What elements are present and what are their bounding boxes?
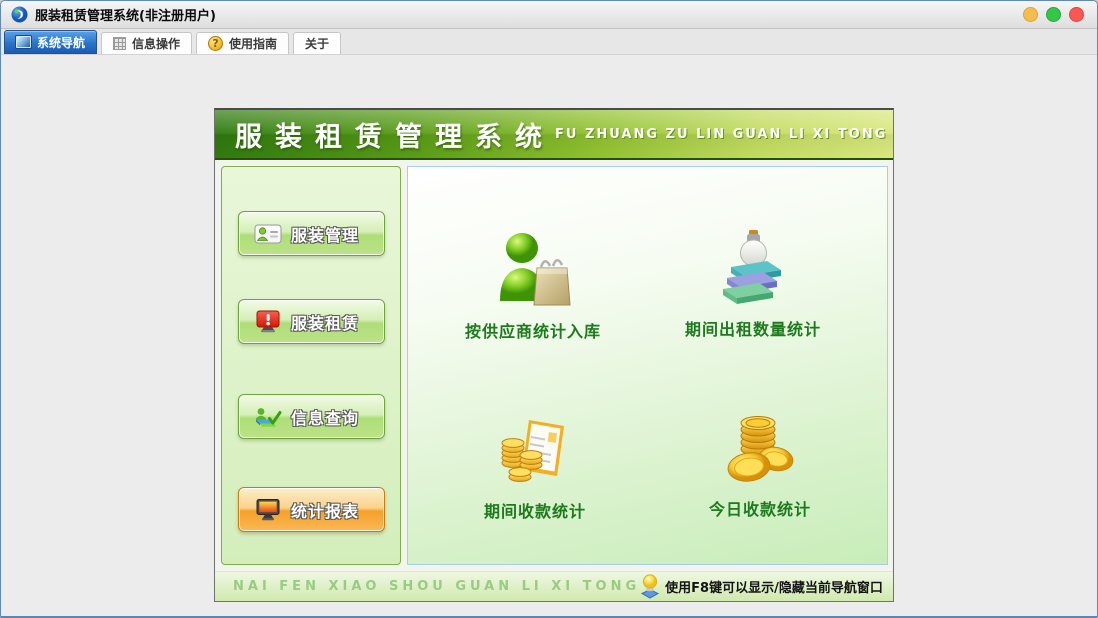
shortcut-period-payment-statistics[interactable]: 期间收款统计 (430, 407, 640, 522)
supplier-bag-icon (491, 227, 575, 311)
sidebar-button-statistics-report[interactable]: 统计报表 (238, 487, 385, 532)
sidebar-button-label: 统计报表 (291, 501, 360, 521)
main-panel: 服装租赁管理系统 FU ZHUANG ZU LIN GUAN LI XI TON… (214, 108, 894, 602)
sidebar-button-clothing-management[interactable]: 服装管理 (238, 211, 385, 256)
coins-document-icon (493, 407, 577, 491)
minimize-button[interactable] (1023, 7, 1038, 22)
footer-watermark: NAI FEN XIAO SHOU GUAN LI XI TONG (233, 579, 641, 594)
sidebar-button-label: 服装管理 (291, 225, 360, 245)
shortcut-label: 期间收款统计 (483, 502, 586, 521)
sidebar-button-label: 服装租赁 (291, 313, 360, 333)
maximize-button[interactable] (1046, 7, 1061, 22)
tab-usage-guide[interactable]: ? 使用指南 (196, 32, 290, 54)
shortcut-label: 今日收款统计 (708, 500, 811, 519)
content-area: 服装租赁管理系统 FU ZHUANG ZU LIN GUAN LI XI TON… (1, 55, 1097, 616)
member-card-icon (254, 224, 282, 243)
books-check-icon (256, 407, 282, 427)
tab-label: 系统导航 (37, 35, 86, 50)
window-title: 服装租赁管理系统(非注册用户) (35, 9, 216, 24)
sidebar-button-information-query[interactable]: 信息查询 (238, 394, 385, 439)
panel-title: 服装租赁管理系统 (235, 121, 555, 153)
tab-system-navigation[interactable]: 系统导航 (4, 30, 98, 54)
gold-coins-icon (718, 405, 802, 489)
close-button[interactable] (1069, 7, 1084, 22)
shortcut-area: 按供应商统计入库 期间出租数量统计 期间收款统计 今日收款统计 (407, 166, 888, 565)
tab-label: 信息操作 (132, 37, 181, 51)
grid-icon (113, 37, 127, 50)
f8-hint-text: 使用F8键可以显示/隐藏当前导航窗口 (665, 581, 883, 596)
books-bulb-icon (711, 225, 795, 309)
tab-about[interactable]: 关于 (293, 32, 342, 54)
sidebar-button-label: 信息查询 (291, 408, 360, 428)
tab-label: 使用指南 (229, 37, 278, 51)
panel-header: 服装租赁管理系统 FU ZHUANG ZU LIN GUAN LI XI TON… (215, 110, 893, 160)
sidebar: 服装管理 服装租赁 信息查询 统计报表 (221, 166, 401, 565)
app-window: 服装租赁管理系统(非注册用户) 系统导航 信息操作 ? 使用指南 关于 服装租赁… (0, 0, 1098, 618)
panel-footer: NAI FEN XIAO SHOU GUAN LI XI TONG 使用F8键可… (215, 571, 893, 601)
shortcut-label: 按供应商统计入库 (464, 322, 601, 341)
f8-hint: 使用F8键可以显示/隐藏当前导航窗口 (640, 574, 883, 599)
shortcut-stockin-by-supplier[interactable]: 按供应商统计入库 (428, 227, 638, 342)
app-logo-icon (11, 6, 28, 23)
help-coin-icon: ? (208, 36, 224, 51)
monitor-icon (16, 36, 31, 48)
panel-body: 服装管理 服装租赁 信息查询 统计报表 按供应商统计入库 期间出租数量统计 期间… (215, 160, 893, 571)
titlebar: 服装租赁管理系统(非注册用户) (1, 1, 1097, 29)
shortcut-today-payment-statistics[interactable]: 今日收款统计 (655, 405, 865, 520)
bulb-icon (641, 574, 660, 599)
tab-information-operations[interactable]: 信息操作 (101, 32, 193, 54)
shortcut-label: 期间出租数量统计 (684, 320, 821, 339)
panel-subtitle: FU ZHUANG ZU LIN GUAN LI XI TONG (555, 126, 888, 142)
window-controls (1023, 7, 1087, 22)
monitor-alert-icon (256, 310, 280, 332)
sidebar-button-clothing-rental[interactable]: 服装租赁 (238, 299, 385, 344)
report-monitor-icon (256, 498, 280, 520)
shortcut-period-rental-quantity[interactable]: 期间出租数量统计 (648, 225, 858, 340)
tab-label: 关于 (305, 37, 330, 51)
tab-bar: 系统导航 信息操作 ? 使用指南 关于 (1, 29, 1097, 55)
